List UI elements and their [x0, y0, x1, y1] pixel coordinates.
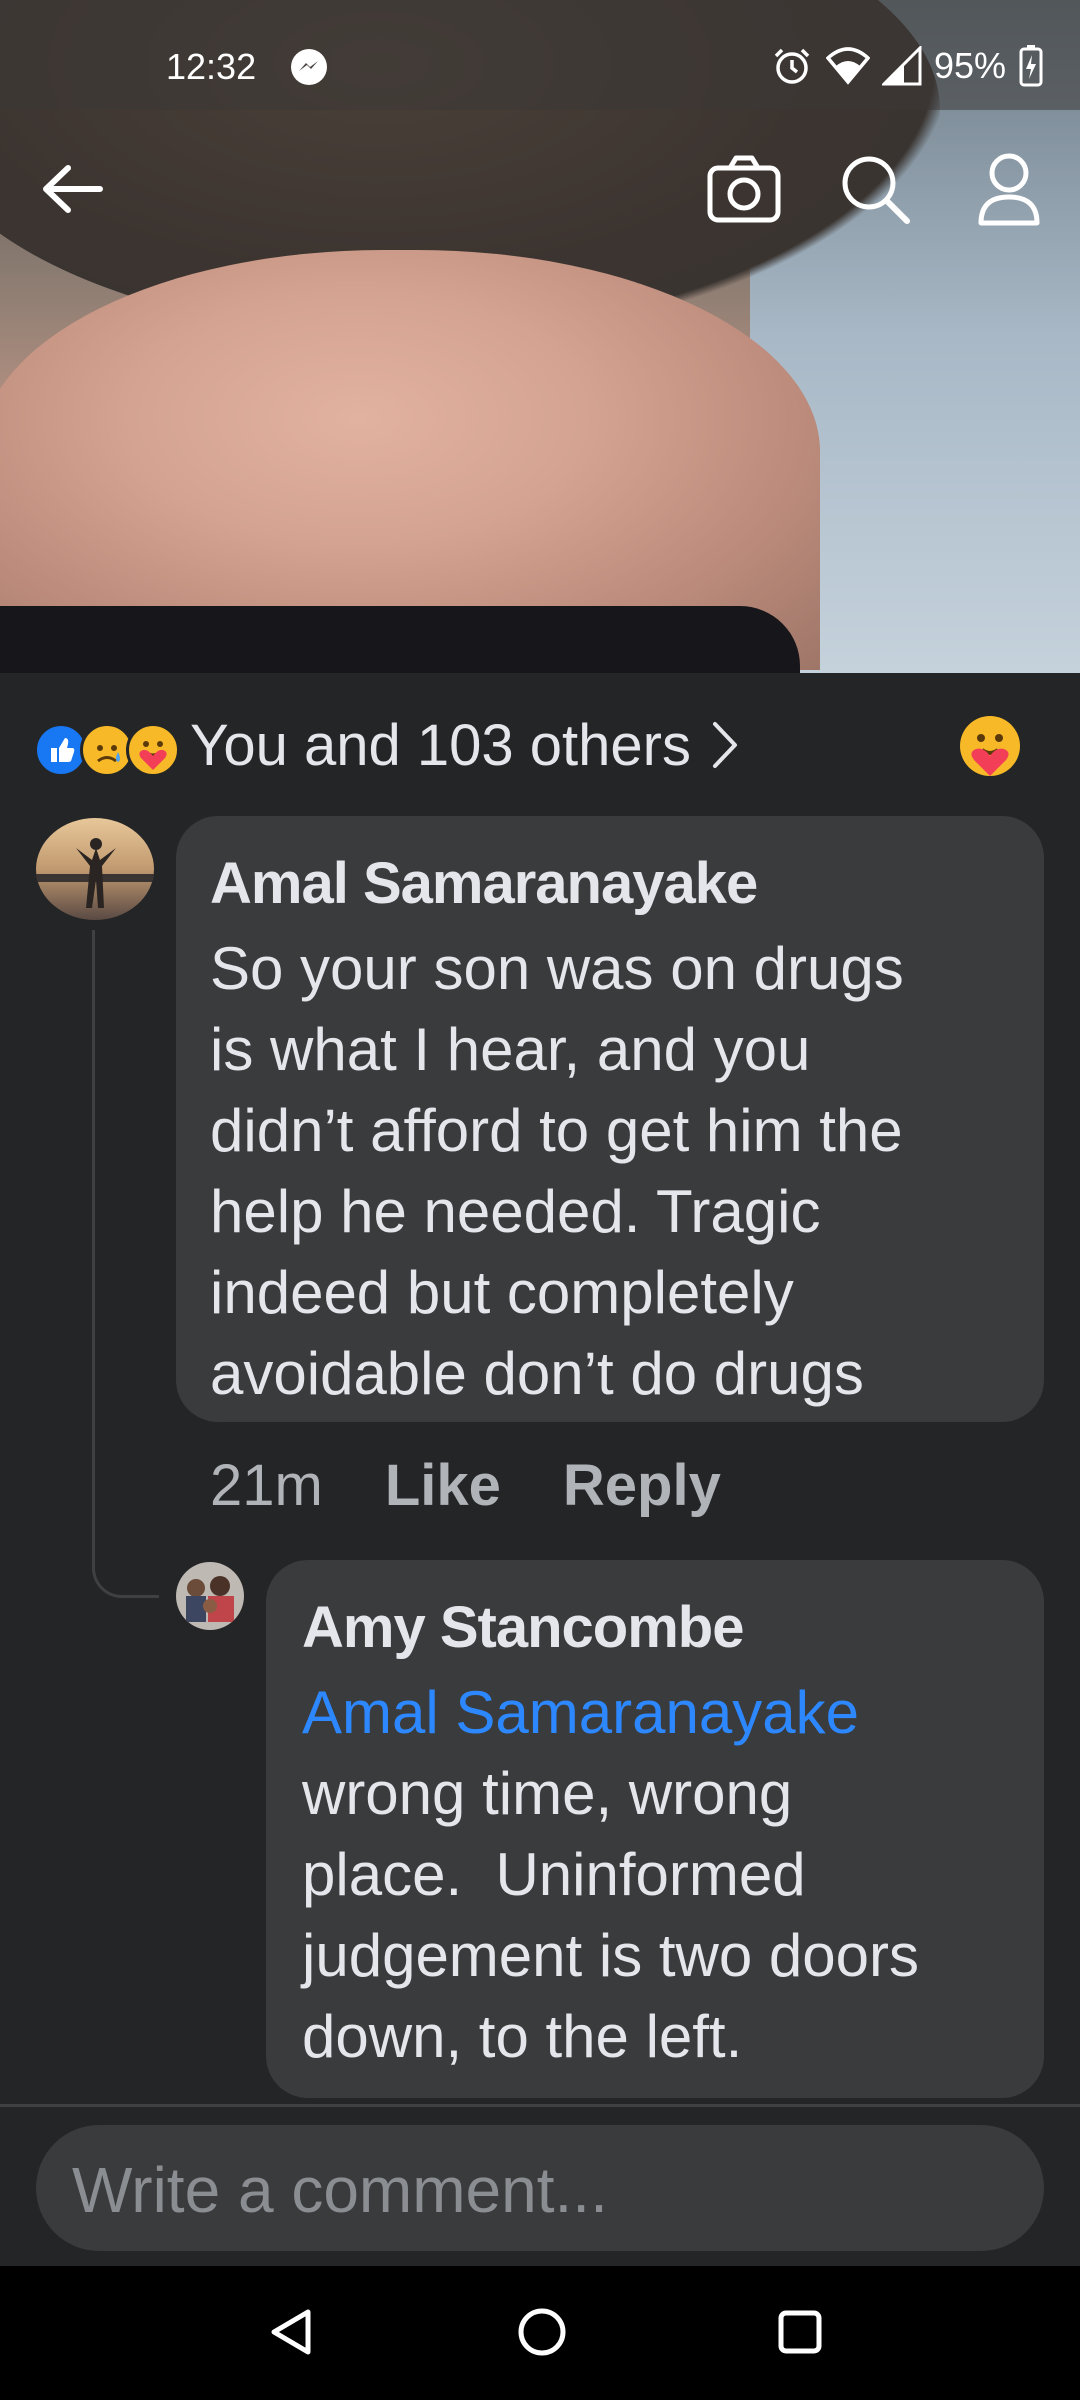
camera-icon	[707, 155, 781, 223]
back-button[interactable]	[32, 148, 114, 230]
like-button[interactable]: Like	[385, 1452, 501, 1519]
reaction-icons	[34, 717, 184, 777]
care-reaction-icon	[960, 716, 1020, 776]
reply-line: judgement is two doors	[302, 1922, 919, 1989]
triangle-back-icon	[271, 2309, 311, 2355]
profile-icon	[978, 153, 1040, 226]
nav-recents-button[interactable]	[764, 2296, 836, 2368]
reply-avatar[interactable]	[176, 1562, 244, 1630]
status-bar: 12:32 95%	[0, 0, 1080, 110]
comment-bubble[interactable]: Amal Samaranayake So your son was on dru…	[176, 816, 1044, 1422]
reply-author[interactable]: Amy Stancombe	[302, 1594, 744, 1661]
reply-text: Amal Samaranayake wrong time, wrong plac…	[302, 1672, 919, 2077]
comment-author[interactable]: Amal Samaranayake	[210, 850, 758, 917]
commenter-avatar[interactable]	[36, 818, 154, 920]
circle-home-icon	[518, 2308, 566, 2356]
search-icon	[842, 156, 910, 224]
comment-composer-area: Write a comment...	[0, 2104, 1080, 2269]
back-arrow-icon	[43, 165, 103, 213]
mention-link[interactable]: Amal Samaranayake	[302, 1672, 919, 1753]
react-button[interactable]	[958, 714, 1022, 778]
comment-line: help he needed. Tragic	[210, 1178, 821, 1245]
status-right: 95%	[770, 44, 1044, 88]
reply-thread-line	[92, 930, 159, 1598]
comment-input[interactable]: Write a comment...	[36, 2125, 1044, 2251]
reactions-summary-text: You and 103 others	[190, 712, 691, 778]
system-nav-bar	[0, 2266, 1080, 2400]
comment-input-placeholder: Write a comment...	[72, 2154, 608, 2226]
reply-button[interactable]: Reply	[563, 1452, 721, 1519]
comment-line: didn’t afford to get him the	[210, 1097, 903, 1164]
nav-back-button[interactable]	[256, 2296, 328, 2368]
camera-button[interactable]	[703, 148, 785, 230]
wifi-icon	[825, 47, 870, 85]
chevron-right-icon	[712, 722, 737, 768]
reactions-summary[interactable]: You and 103 others	[34, 710, 739, 780]
avatar-photo	[36, 818, 154, 920]
reply-bubble[interactable]: Amy Stancombe Amal Samaranayake wrong ti…	[266, 1560, 1044, 2098]
care-reaction-icon	[126, 723, 180, 777]
profile-button[interactable]	[968, 148, 1050, 230]
messenger-icon	[291, 49, 327, 85]
comment-line: indeed but completely	[210, 1259, 794, 1326]
square-recents-icon	[778, 2310, 822, 2354]
status-time: 12:32	[166, 46, 257, 87]
comment-meta: 21m Like Reply	[210, 1452, 721, 1519]
reply-line: place. Uninformed	[302, 1841, 806, 1908]
comment-line: avoidable don’t do drugs	[210, 1340, 864, 1407]
reply-line: wrong time, wrong	[302, 1760, 793, 1827]
reply-line: down, to the left.	[302, 2003, 743, 2070]
comment-line: is what I hear, and you	[210, 1016, 811, 1083]
avatar-photo	[176, 1562, 244, 1630]
comment-time: 21m	[210, 1453, 323, 1518]
nav-home-button[interactable]	[506, 2296, 578, 2368]
battery-level: 95%	[933, 45, 1006, 86]
search-button[interactable]	[834, 148, 916, 230]
signal-icon	[881, 46, 922, 86]
photo-glasses	[0, 606, 800, 673]
comment-text: So your son was on drugs is what I hear,…	[210, 928, 904, 1414]
comment-line: So your son was on drugs	[210, 935, 904, 1002]
alarm-icon	[774, 48, 810, 84]
battery-icon	[1019, 45, 1043, 87]
